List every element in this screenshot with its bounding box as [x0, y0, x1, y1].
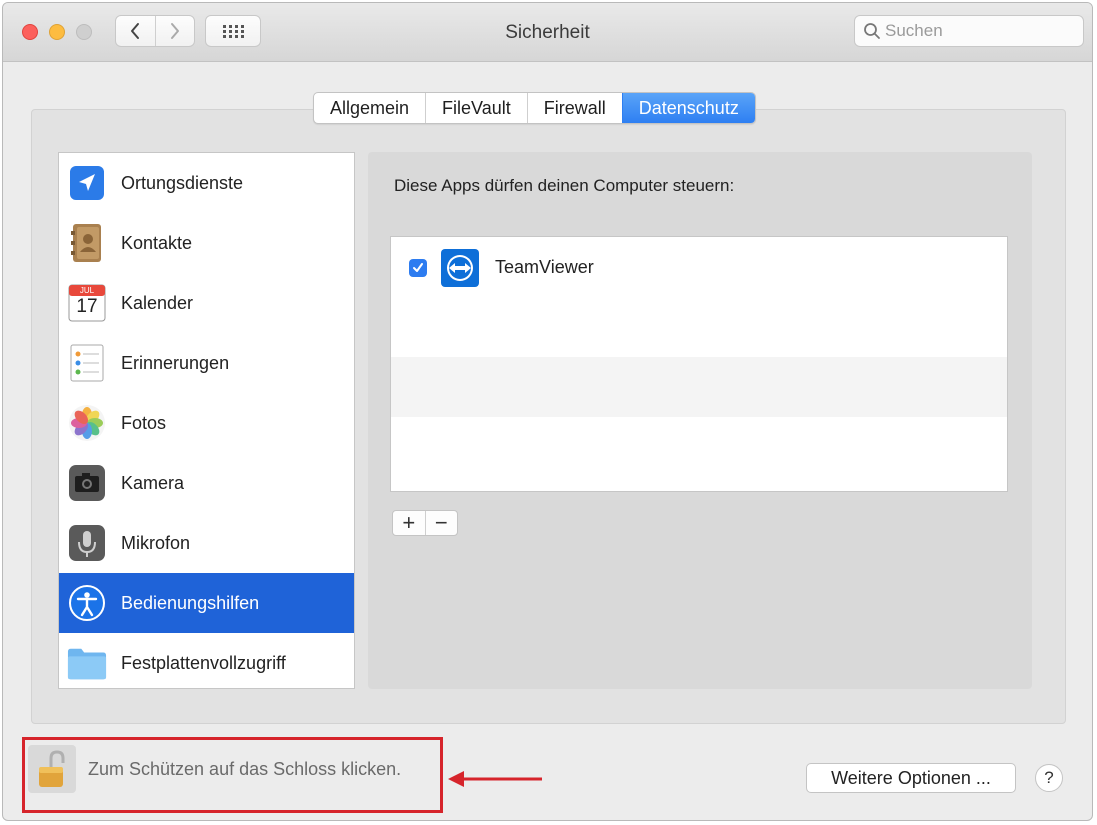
camera-icon	[67, 463, 107, 503]
search-icon	[864, 23, 880, 39]
sidebar-item-fotos[interactable]: Fotos	[59, 393, 354, 453]
annotation-highlight-box	[22, 737, 443, 813]
sidebar-item-kamera[interactable]: Kamera	[59, 453, 354, 513]
tab-filevault[interactable]: FileVault	[425, 93, 527, 123]
sidebar-item-label: Ortungsdienste	[121, 172, 244, 193]
sidebar-item-erinnerungen[interactable]: Erinnerungen	[59, 333, 354, 393]
calendar-icon: JUL 17	[67, 283, 107, 323]
sidebar-item-label: Fotos	[121, 412, 167, 433]
sidebar-item-label: Festplattenvollzugriff	[121, 652, 286, 673]
tab-bar: Allgemein FileVault Firewall Datenschutz	[313, 92, 756, 124]
empty-row	[391, 417, 1007, 477]
checkmark-icon	[413, 263, 423, 272]
tab-allgemein[interactable]: Allgemein	[314, 93, 425, 123]
sidebar-item-kontakte[interactable]: Kontakte	[59, 213, 354, 273]
photos-icon	[67, 403, 107, 443]
more-options-button[interactable]: Weitere Optionen ...	[806, 763, 1016, 793]
microphone-icon	[67, 523, 107, 563]
search-field[interactable]	[854, 15, 1084, 47]
app-name: TeamViewer	[495, 257, 594, 277]
app-checkbox[interactable]	[409, 259, 427, 277]
search-input[interactable]	[885, 21, 1075, 41]
sidebar-item-label: Kalender	[121, 292, 194, 313]
calendar-icon-day: 17	[76, 296, 98, 317]
sidebar-item-label: Mikrofon	[121, 532, 191, 553]
help-button[interactable]: ?	[1035, 764, 1063, 792]
sidebar-item-mikrofon[interactable]: Mikrofon	[59, 513, 354, 573]
sidebar-item-kalender[interactable]: JUL 17 Kalender	[59, 273, 354, 333]
sidebar-item-label: Kamera	[121, 472, 185, 493]
location-arrow-icon	[67, 163, 107, 203]
reminders-icon	[67, 343, 107, 383]
folder-icon	[67, 643, 107, 683]
app-row-teamviewer[interactable]: TeamViewer	[391, 237, 1007, 297]
privacy-category-list: Ortungsdienste Kontakte JUL 17 Kalender …	[58, 152, 355, 689]
add-app-button[interactable]: +	[393, 511, 425, 535]
tab-datenschutz[interactable]: Datenschutz	[621, 93, 755, 123]
calendar-icon-month: JUL	[79, 286, 95, 295]
sidebar-item-ortungsdienste[interactable]: Ortungsdienste	[59, 153, 354, 213]
sidebar-item-label: Bedienungshilfen	[121, 592, 260, 613]
sidebar-item-bedienungshilfen[interactable]: Bedienungshilfen	[59, 573, 354, 633]
empty-row	[391, 357, 1007, 417]
teamviewer-icon	[441, 249, 479, 287]
title-bar: Sicherheit	[3, 3, 1092, 62]
content-heading: Diese Apps dürfen deinen Computer steuer…	[394, 176, 735, 195]
contacts-book-icon	[67, 223, 107, 263]
annotation-arrow-icon	[448, 771, 542, 787]
content-pane: Diese Apps dürfen deinen Computer steuer…	[368, 152, 1032, 689]
empty-row	[391, 297, 1007, 357]
sidebar-item-label: Erinnerungen	[121, 352, 230, 373]
accessibility-icon	[67, 583, 107, 623]
sidebar-item-festplattenvollzugriff[interactable]: Festplattenvollzugriff	[59, 633, 354, 688]
tab-firewall[interactable]: Firewall	[526, 93, 622, 123]
add-remove-buttons: + −	[392, 510, 458, 536]
remove-app-button[interactable]: −	[424, 511, 458, 535]
sidebar-item-label: Kontakte	[121, 232, 193, 253]
app-list: TeamViewer	[390, 236, 1008, 492]
